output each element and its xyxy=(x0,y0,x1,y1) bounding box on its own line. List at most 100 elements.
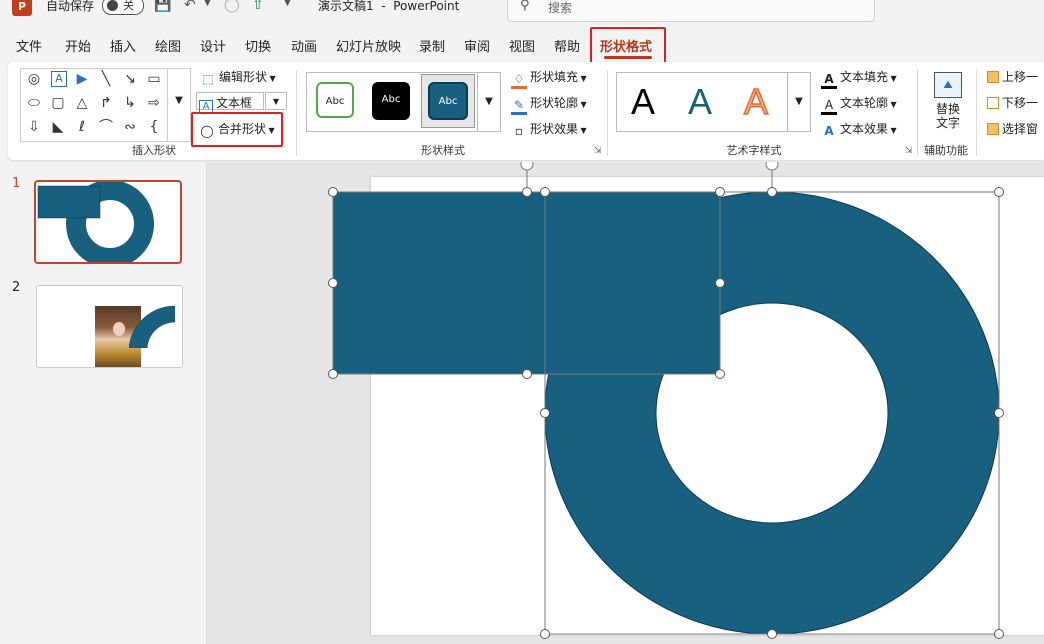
selection-pane-icon xyxy=(987,123,999,135)
tab-2[interactable]: 插入 xyxy=(110,36,136,55)
resize-handle[interactable] xyxy=(994,408,1004,418)
autosave-state: 关 xyxy=(123,0,134,12)
slide-shapes-layer[interactable] xyxy=(207,162,1044,644)
selection-pane-button[interactable]: 选择窗 xyxy=(987,120,1038,137)
donut-shape-icon[interactable]: ◎ xyxy=(23,69,45,89)
merge-shapes-icon: ◯ xyxy=(200,124,214,138)
flowchart-shape-icon[interactable]: ◣ xyxy=(47,117,69,137)
alt-text-label-2: 文字 xyxy=(935,116,960,130)
text-effects-button[interactable]: A 文本效果 ▼ xyxy=(821,120,896,138)
brace-shape-icon[interactable]: { xyxy=(143,117,165,137)
rectangle-shape[interactable] xyxy=(332,191,721,375)
resize-handle[interactable] xyxy=(540,408,550,418)
send-backward-button[interactable]: 下移一 xyxy=(987,94,1038,111)
shape-effects-button[interactable]: ▫ 形状效果 ▼ xyxy=(511,120,587,138)
freeform-shape-icon[interactable]: ℓ xyxy=(71,117,93,137)
shape-outline-button[interactable]: ✎ 形状轮廓 ▼ xyxy=(511,94,587,115)
text-box-dropdown[interactable]: ▼ xyxy=(265,92,287,110)
wordart-orange-letter[interactable]: A xyxy=(743,80,769,124)
resize-handle[interactable] xyxy=(715,187,725,197)
shape-fill-button[interactable]: ♢ 形状填充 ▼ xyxy=(511,68,587,89)
tab-6[interactable]: 动画 xyxy=(291,36,317,55)
resize-handle[interactable] xyxy=(994,629,1004,639)
save-icon[interactable]: 💾 xyxy=(154,0,171,13)
tab-7[interactable]: 幻灯片放映 xyxy=(336,36,401,55)
thumbnail-1-shapes xyxy=(37,182,154,262)
tab-10[interactable]: 视图 xyxy=(509,36,535,55)
slide-number: 1 xyxy=(12,176,21,191)
elbow-arrow-shape-icon[interactable]: ↳ xyxy=(119,93,141,113)
resize-handle[interactable] xyxy=(328,369,338,379)
triangle-shape-icon[interactable]: △ xyxy=(71,93,93,113)
style-tile-green-outline[interactable]: Abc xyxy=(316,82,354,118)
text-effects-icon: A xyxy=(824,124,834,138)
edit-shape-label: 编辑形状 xyxy=(219,70,268,84)
wordart-more-button[interactable]: ▼ xyxy=(787,72,811,132)
rotate-handle-icon[interactable] xyxy=(520,162,534,171)
style-tile-black[interactable]: Abc xyxy=(372,82,410,120)
resize-handle[interactable] xyxy=(522,369,532,379)
text-box-button[interactable]: A 文本框 xyxy=(196,92,264,114)
edit-shape-button[interactable]: ⬚ 编辑形状 ▼ xyxy=(200,68,275,86)
text-outline-button[interactable]: A 文本轮廓 ▼ xyxy=(821,94,897,115)
tab-5[interactable]: 切换 xyxy=(245,36,271,55)
shape-styles-more-button[interactable]: ▼ xyxy=(477,72,501,132)
rotate-handle-icon[interactable] xyxy=(765,162,779,171)
arc-shape-icon[interactable]: ⌒ xyxy=(95,117,117,137)
oval-shape-icon[interactable]: ⬭ xyxy=(23,93,45,113)
selection-pane-label: 选择窗 xyxy=(1002,122,1039,136)
shapes-more-button[interactable]: ▼ xyxy=(167,68,191,142)
style-tile-blue[interactable]: Abc xyxy=(428,82,468,120)
tab-9[interactable]: 审阅 xyxy=(464,36,490,55)
edit-shape-icon: ⬚ xyxy=(202,72,214,86)
rounded-rect-shape-icon[interactable]: ▢ xyxy=(47,93,69,113)
shapes-gallery[interactable]: ◎ A ▶ ╲ ↘ ▭ ⬭ ▢ △ ↱ ↳ ⇨ ⇩ ◣ ℓ ⌒ ∾ { xyxy=(20,68,168,142)
merge-shapes-button[interactable]: ◯ 合并形状 ▼ xyxy=(199,120,274,138)
resize-handle[interactable] xyxy=(767,629,777,639)
text-fill-button[interactable]: A 文本填充 ▼ xyxy=(821,68,897,89)
resize-handle[interactable] xyxy=(994,187,1004,197)
down-arrow-shape-icon[interactable]: ⇩ xyxy=(23,117,45,137)
resize-handle[interactable] xyxy=(715,369,725,379)
customize-toolbar-icon[interactable]: ▼ xyxy=(284,0,291,8)
resize-handle[interactable] xyxy=(540,187,550,197)
rectangle-shape-icon[interactable]: ▭ xyxy=(143,69,165,89)
search-placeholder: 搜索 xyxy=(548,1,573,15)
resize-handle[interactable] xyxy=(767,187,777,197)
resize-handle[interactable] xyxy=(522,187,532,197)
textbox-shape-icon[interactable]: A xyxy=(51,71,67,87)
slide-thumbnail-2[interactable] xyxy=(36,285,183,368)
wordart-launcher-icon[interactable]: ⇲ xyxy=(905,146,913,156)
powerpoint-logo-icon: P xyxy=(12,0,32,16)
elbow-connector-shape-icon[interactable]: ↱ xyxy=(95,93,117,113)
slide-thumbnail-1[interactable] xyxy=(34,180,182,264)
arrow-line-shape-icon[interactable]: ↘ xyxy=(119,69,141,89)
shape-styles-launcher-icon[interactable]: ⇲ xyxy=(594,146,602,156)
resize-handle[interactable] xyxy=(540,629,550,639)
tab-4[interactable]: 设计 xyxy=(200,36,226,55)
alt-text-button[interactable]: ⛰ 替换 文字 xyxy=(926,70,970,134)
autosave-toggle[interactable]: 关 xyxy=(102,0,144,15)
right-arrow-shape-icon[interactable]: ⇨ xyxy=(143,93,165,113)
curve-shape-icon[interactable]: ∾ xyxy=(119,117,141,137)
resize-handle[interactable] xyxy=(328,278,338,288)
tab-3[interactable]: 绘图 xyxy=(155,36,181,55)
undo-dropdown-icon[interactable]: ▼ xyxy=(204,0,211,8)
search-input[interactable]: ⚲ 搜索 xyxy=(507,0,875,22)
resize-handle[interactable] xyxy=(328,187,338,197)
tab-0[interactable]: 文件 xyxy=(16,36,42,55)
tab-8[interactable]: 录制 xyxy=(419,36,445,55)
tab-shape-format[interactable]: 形状格式 xyxy=(600,36,652,55)
vertical-textbox-shape-icon[interactable]: ▶ xyxy=(71,69,93,89)
tab-11[interactable]: 帮助 xyxy=(554,36,580,55)
present-icon[interactable]: ⇧ xyxy=(252,0,264,13)
resize-handle[interactable] xyxy=(715,278,725,288)
redo-icon[interactable]: ◯ xyxy=(224,0,240,13)
tab-1[interactable]: 开始 xyxy=(65,36,91,55)
undo-icon[interactable]: ↶ xyxy=(184,0,196,13)
title-bar: P 自动保存 关 💾 ↶ ▼ ◯ ⇧ ▼ 演示文稿1 - PowerPoint … xyxy=(0,0,1044,24)
bring-forward-button[interactable]: 上移一 xyxy=(987,68,1038,85)
wordart-blue-letter[interactable]: A xyxy=(688,80,712,124)
line-shape-icon[interactable]: ╲ xyxy=(95,69,117,89)
wordart-black-letter[interactable]: A xyxy=(631,80,655,124)
